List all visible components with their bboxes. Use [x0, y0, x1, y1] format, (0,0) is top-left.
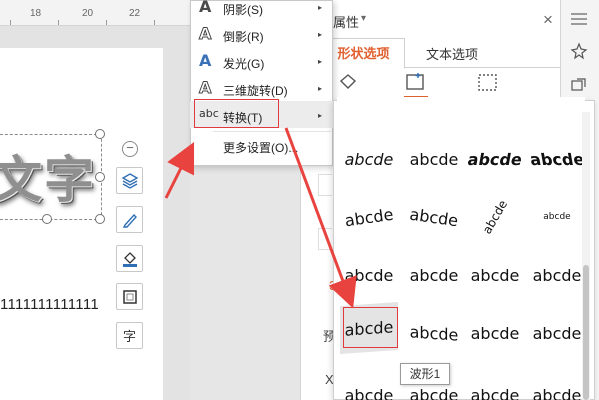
submenu-arrow-icon: ▸ [318, 84, 323, 93]
submenu-arrow-icon: ▸ [318, 30, 323, 39]
3d-rotation-icon: A [198, 78, 212, 98]
ruler-tick [106, 20, 107, 25]
collapse-tools-button[interactable]: − [122, 141, 138, 157]
transform-highlight-box [194, 99, 279, 128]
panel-input-edge [318, 228, 332, 250]
submenu-arrow-icon: ▸ [318, 3, 323, 12]
gallery-cell[interactable]: abcde [335, 188, 403, 246]
text-wrap-button[interactable]: 字 [116, 322, 143, 349]
pin-icon[interactable] [570, 42, 588, 60]
layers-icon [121, 172, 138, 189]
gallery-cell[interactable]: abcde [526, 308, 588, 358]
gallery-cell[interactable]: abcde [464, 308, 526, 358]
menu-separator [213, 131, 331, 132]
pen-icon [122, 213, 137, 228]
tab-shape-options[interactable]: 形状选项 [322, 38, 405, 69]
size-position-icon[interactable] [476, 72, 500, 94]
fill-line-icon[interactable] [336, 72, 360, 94]
outline-icon [122, 289, 137, 304]
wave1-highlight-box [343, 307, 398, 348]
menu-item-label: 阴影(S) [223, 3, 263, 17]
panel-dropdown-icon[interactable]: ▾ [361, 13, 366, 24]
resize-handle-top-right[interactable] [95, 129, 105, 139]
resize-handle-right[interactable] [95, 172, 105, 182]
wave1-tooltip: 波形1 [400, 363, 450, 385]
menu-item-more-settings[interactable]: 更多设置(O)... [223, 139, 298, 156]
ruler-tick [58, 20, 59, 25]
fill-bucket-icon [122, 251, 137, 267]
shadow-icon: A [199, 0, 212, 16]
pen-style-button[interactable] [116, 206, 143, 233]
panel-input-edge [318, 174, 332, 196]
menu-lines-icon[interactable] [570, 12, 588, 26]
gallery-cell[interactable]: abcde [464, 250, 526, 300]
effects-icon[interactable] [404, 72, 428, 94]
text-wrap-label: 字 [122, 329, 136, 344]
glow-icon: A [199, 51, 212, 70]
submenu-arrow-icon: ▸ [318, 111, 323, 120]
gallery-cell[interactable]: abcde [526, 192, 588, 242]
resize-handle-bottom-right[interactable] [95, 214, 105, 224]
gallery-cell[interactable]: abcde [526, 250, 588, 300]
submenu-arrow-icon: ▸ [318, 57, 323, 66]
ruler-number: 18 [30, 8, 42, 19]
outline-button[interactable] [116, 283, 143, 310]
menu-item-label: 倒影(R) [223, 30, 264, 44]
gallery-cell[interactable]: abcde [403, 134, 465, 184]
layers-button[interactable] [116, 167, 143, 194]
wordart-text[interactable]: 文字 [0, 140, 96, 212]
resize-handle-bottom[interactable] [42, 214, 52, 224]
tab-text-options[interactable]: 文本选项 [426, 44, 478, 63]
gallery-cell[interactable]: abcde [338, 134, 400, 184]
gallery-cell[interactable]: abcde [464, 370, 526, 400]
gallery-cell[interactable]: abcde [338, 250, 400, 300]
document-body-text: 1111111111111 [0, 296, 99, 313]
fill-button[interactable] [116, 245, 143, 272]
gallery-cell[interactable]: abcde [403, 250, 465, 300]
ruler-number: 22 [129, 8, 141, 19]
menu-item-label: 三维旋转(D) [223, 84, 288, 98]
gallery-cell[interactable]: abcde [403, 306, 465, 360]
gallery-cell[interactable]: abcde [460, 134, 531, 184]
ruler-tick [10, 20, 11, 25]
gallery-scroll-thumb[interactable] [583, 265, 589, 400]
menu-item-label: 发光(G) [223, 57, 265, 71]
panel-title: 属性 [333, 15, 360, 30]
share-icon[interactable] [570, 76, 588, 94]
horizontal-ruler [0, 0, 190, 26]
gallery-top-edge [337, 97, 585, 107]
gallery-cell[interactable]: abcde [400, 188, 468, 246]
gallery-cell[interactable]: abcde [526, 370, 588, 400]
reflection-icon: A [198, 24, 212, 44]
ruler-number: 20 [82, 8, 94, 19]
panel-close-button[interactable]: × [543, 10, 553, 30]
ruler-tick [154, 20, 155, 25]
gallery-cell[interactable]: abcde [338, 370, 400, 400]
